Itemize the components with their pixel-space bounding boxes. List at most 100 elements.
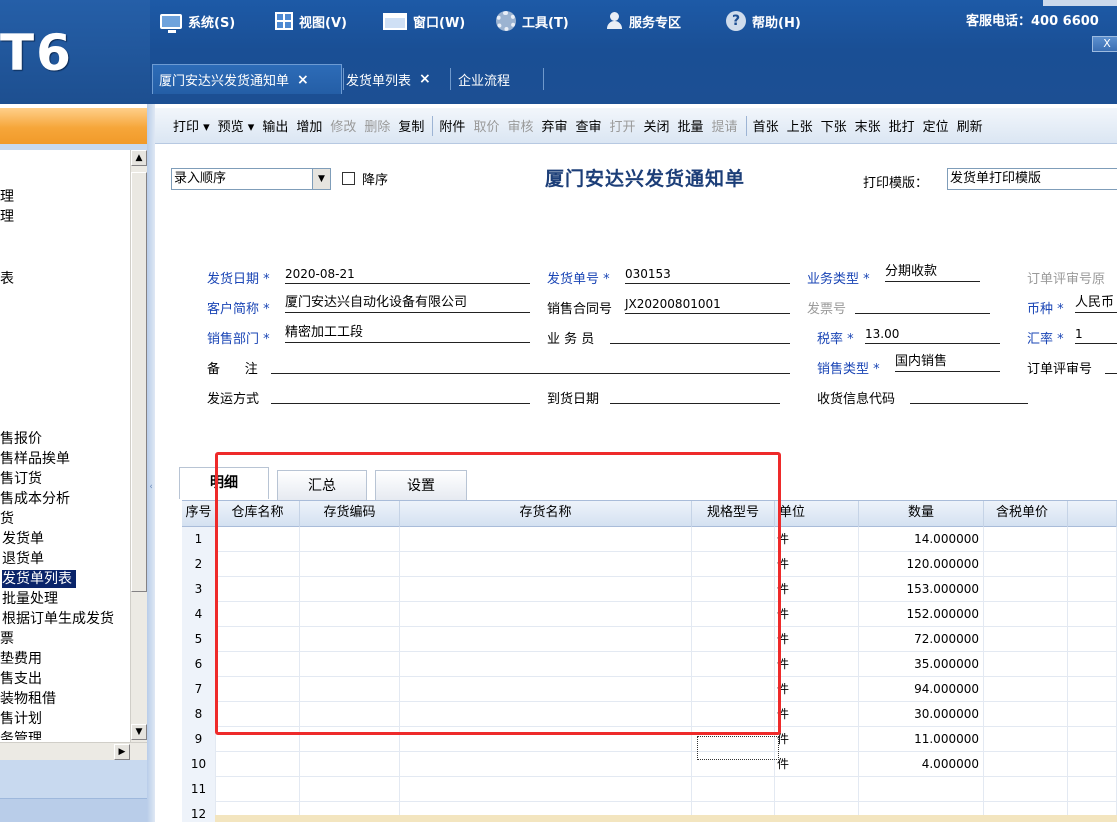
toolbar-button[interactable]: 复制 (398, 116, 424, 135)
table-cell[interactable] (1068, 602, 1117, 627)
table-row[interactable]: 2 件 120.000000 (182, 552, 1117, 577)
nav-item[interactable]: 售报价 (0, 430, 42, 448)
table-cell[interactable]: 35.000000 (859, 652, 984, 677)
toolbar-button[interactable]: 定位 (923, 116, 949, 135)
table-cell[interactable] (400, 552, 692, 577)
order-review-no-field[interactable] (1105, 356, 1117, 374)
table-cell[interactable]: 72.000000 (859, 627, 984, 652)
toolbar-button[interactable]: 打印 ▾ (173, 116, 210, 135)
table-cell[interactable] (216, 677, 300, 702)
table-cell[interactable] (216, 602, 300, 627)
scroll-thumb[interactable] (131, 172, 147, 592)
table-cell[interactable]: 152.000000 (859, 602, 984, 627)
table-cell[interactable]: 件 (775, 527, 859, 552)
table-cell[interactable] (1068, 527, 1117, 552)
nav-item[interactable]: 售样品挨单 (0, 450, 70, 468)
table-cell[interactable] (300, 727, 400, 752)
table-cell[interactable] (400, 527, 692, 552)
table-row[interactable]: 4 件 152.000000 (182, 602, 1117, 627)
descending-checkbox[interactable] (342, 172, 355, 185)
table-cell[interactable] (300, 752, 400, 777)
order-select[interactable]: 录入顺序 ▼ (171, 168, 331, 190)
table-cell[interactable] (400, 702, 692, 727)
toolbar-button[interactable]: 输出 (262, 116, 288, 135)
table-cell[interactable] (984, 677, 1068, 702)
scroll-down-icon[interactable]: ▼ (131, 724, 147, 740)
tab-enterprise-flow[interactable]: 企业流程 (452, 64, 516, 94)
menu-tools[interactable]: 工具(T) (496, 10, 569, 32)
table-cell[interactable] (775, 777, 859, 802)
toolbar-button[interactable]: 关闭 (644, 116, 670, 135)
table-cell[interactable] (984, 527, 1068, 552)
table-cell[interactable]: 94.000000 (859, 677, 984, 702)
toolbar-button[interactable]: 增加 (296, 116, 322, 135)
ship-no-field[interactable]: 030153 (625, 266, 790, 284)
table-cell[interactable] (300, 652, 400, 677)
table-cell[interactable] (1068, 727, 1117, 752)
table-cell[interactable] (400, 752, 692, 777)
table-cell[interactable]: 件 (775, 702, 859, 727)
nav-item[interactable]: 批量处理 (2, 590, 58, 608)
table-cell[interactable] (692, 677, 775, 702)
menu-window[interactable]: 窗口(W) (383, 10, 465, 32)
table-cell[interactable] (692, 577, 775, 602)
nav-item[interactable]: 售订货 (0, 470, 42, 488)
table-cell[interactable]: 件 (775, 602, 859, 627)
table-cell[interactable] (400, 777, 692, 802)
grid-column-header[interactable]: 仓库名称 (216, 501, 300, 527)
ship-method-field[interactable] (271, 386, 530, 404)
toolbar-button[interactable]: 首张 (753, 116, 779, 135)
toolbar-button[interactable]: 预览 ▾ (218, 116, 255, 135)
table-cell[interactable] (984, 752, 1068, 777)
table-cell[interactable] (400, 602, 692, 627)
toolbar-button[interactable]: 批量 (678, 116, 704, 135)
nav-vertical-scrollbar[interactable]: ▲ ▼ (130, 150, 147, 742)
table-row[interactable]: 1 件 14.000000 (182, 527, 1117, 552)
table-cell[interactable] (859, 777, 984, 802)
receipt-code-field[interactable] (910, 386, 1028, 404)
table-row[interactable]: 6 件 35.000000 (182, 652, 1117, 677)
table-cell[interactable] (692, 627, 775, 652)
table-cell[interactable] (300, 602, 400, 627)
contract-field[interactable]: JX20200801001 (625, 296, 790, 314)
toolbar-button[interactable]: 批打 (889, 116, 915, 135)
table-row[interactable]: 11 (182, 777, 1117, 802)
table-cell[interactable] (1068, 702, 1117, 727)
table-cell[interactable] (300, 627, 400, 652)
table-cell[interactable]: 件 (775, 677, 859, 702)
grid-column-header[interactable] (1068, 501, 1117, 527)
table-cell[interactable] (1068, 777, 1117, 802)
table-cell[interactable] (216, 552, 300, 577)
salesman-field[interactable] (610, 326, 790, 344)
table-cell[interactable]: 件 (775, 652, 859, 677)
tab-settings[interactable]: 设置 (375, 470, 467, 500)
nav-item[interactable]: 售支出 (0, 670, 42, 688)
table-cell[interactable] (216, 577, 300, 602)
table-cell[interactable] (300, 777, 400, 802)
biz-type-field[interactable]: 分期收款 (885, 264, 980, 282)
table-cell[interactable] (984, 577, 1068, 602)
invoice-no-field[interactable] (855, 296, 990, 314)
toolbar-button[interactable]: 弃审 (541, 116, 567, 135)
window-close-button[interactable]: X (1092, 36, 1117, 52)
scroll-right-icon[interactable]: ▶ (114, 744, 130, 760)
table-cell[interactable]: 件 (775, 577, 859, 602)
grid-column-header[interactable]: 数量 (859, 501, 984, 527)
toolbar-button[interactable]: 上张 (787, 116, 813, 135)
table-cell[interactable] (1068, 652, 1117, 677)
toolbar-button[interactable]: 附件 (439, 116, 465, 135)
table-cell[interactable] (1068, 577, 1117, 602)
focused-cell[interactable] (697, 736, 779, 760)
table-cell[interactable] (984, 702, 1068, 727)
table-cell[interactable]: 120.000000 (859, 552, 984, 577)
table-cell[interactable] (1068, 677, 1117, 702)
grid-column-header[interactable]: 存货编码 (300, 501, 400, 527)
table-row[interactable]: 3 件 153.000000 (182, 577, 1117, 602)
nav-item[interactable]: 理 (0, 208, 14, 226)
nav-item[interactable]: 理 (0, 188, 14, 206)
table-cell[interactable] (984, 627, 1068, 652)
table-cell[interactable] (692, 777, 775, 802)
table-cell[interactable] (692, 652, 775, 677)
print-template-select[interactable]: 发货单打印模版 ▼ (947, 168, 1117, 190)
menu-system[interactable]: 系统(S) (160, 10, 235, 33)
